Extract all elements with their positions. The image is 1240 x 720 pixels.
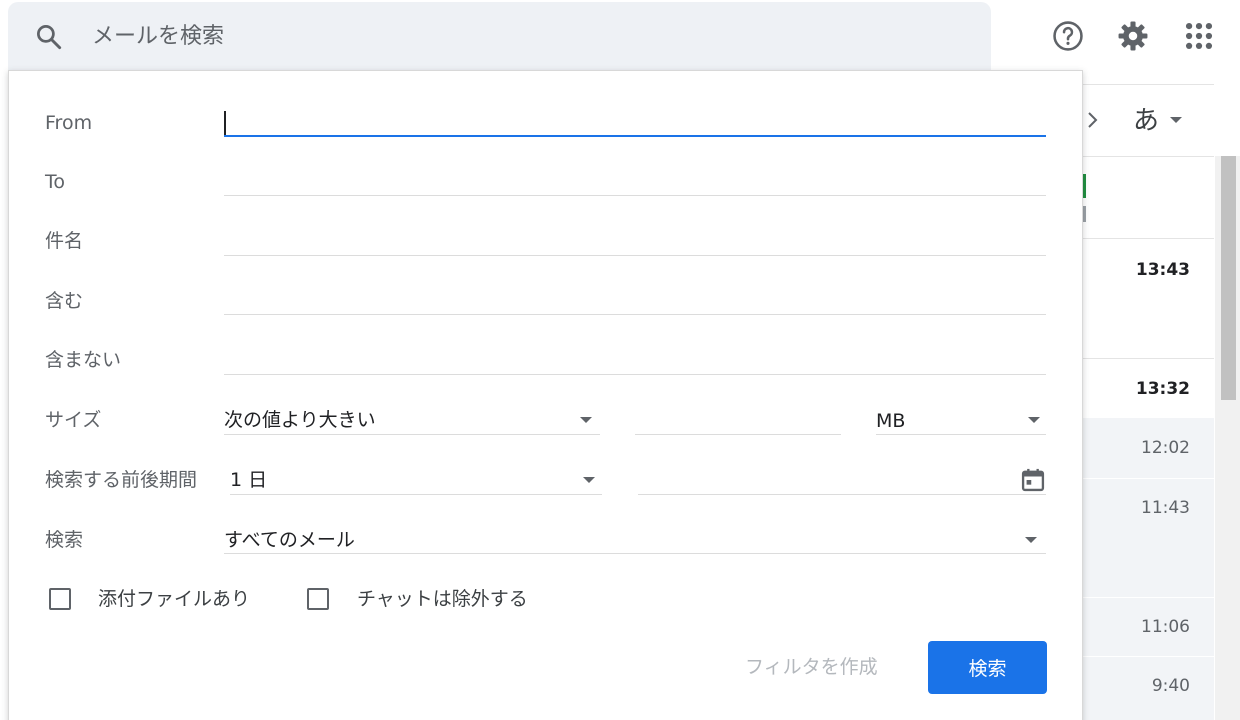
has-words-label: 含む bbox=[45, 290, 84, 312]
mail-time: 11:06 bbox=[1141, 617, 1190, 637]
search-button[interactable]: 検索 bbox=[928, 641, 1047, 694]
to-label: To bbox=[45, 171, 66, 193]
search-in-label: 検索 bbox=[45, 529, 84, 551]
search-input[interactable]: メールを検索 bbox=[92, 22, 224, 52]
size-label: サイズ bbox=[45, 409, 102, 431]
has-attachment-label[interactable]: 添付ファイルあり bbox=[98, 586, 250, 612]
search-in-underline bbox=[224, 553, 1046, 554]
gear-icon[interactable] bbox=[1116, 19, 1150, 53]
to-input[interactable] bbox=[224, 195, 1046, 196]
chevron-right-icon[interactable] bbox=[1084, 109, 1102, 131]
search-icon[interactable] bbox=[34, 22, 64, 52]
has-words-input[interactable] bbox=[224, 314, 1046, 315]
date-input[interactable] bbox=[638, 494, 1046, 495]
size-operator-underline bbox=[224, 434, 600, 435]
caret-down-icon[interactable] bbox=[580, 417, 592, 423]
size-unit-underline bbox=[876, 434, 1046, 435]
subject-label: 件名 bbox=[45, 230, 84, 252]
size-value-input[interactable] bbox=[635, 434, 841, 435]
date-range-underline bbox=[230, 494, 602, 495]
from-label: From bbox=[45, 112, 93, 134]
excludes-input[interactable] bbox=[224, 374, 1046, 375]
list-divider bbox=[1080, 84, 1214, 85]
search-bar[interactable]: メールを検索 bbox=[8, 2, 991, 70]
input-tools-button[interactable]: あ bbox=[1133, 104, 1159, 138]
scrollbar-thumb[interactable] bbox=[1221, 156, 1236, 400]
size-unit-select[interactable]: MB bbox=[876, 408, 905, 434]
apps-icon[interactable] bbox=[1182, 19, 1216, 53]
caret-down-icon[interactable] bbox=[1170, 117, 1182, 123]
list-divider bbox=[1080, 358, 1214, 359]
exclude-chats-label[interactable]: チャットは除外する bbox=[357, 586, 528, 612]
calendar-icon[interactable] bbox=[1019, 466, 1047, 494]
mail-time: 13:32 bbox=[1135, 379, 1190, 399]
size-operator-select[interactable]: 次の値より大きい bbox=[224, 407, 376, 433]
subject-input[interactable] bbox=[224, 255, 1046, 256]
exclude-chats-checkbox[interactable] bbox=[307, 588, 329, 610]
mail-time: 11:43 bbox=[1141, 498, 1190, 518]
from-input[interactable] bbox=[224, 135, 1046, 137]
search-in-select[interactable]: すべてのメール bbox=[224, 527, 355, 553]
text-cursor bbox=[224, 111, 226, 135]
excludes-label: 含まない bbox=[45, 349, 122, 371]
help-icon[interactable] bbox=[1051, 19, 1085, 53]
caret-down-icon[interactable] bbox=[583, 477, 595, 483]
list-divider bbox=[1080, 156, 1214, 157]
mail-time: 9:40 bbox=[1151, 676, 1190, 696]
date-within-label: 検索する前後期間 bbox=[45, 469, 198, 491]
list-divider bbox=[1080, 238, 1214, 239]
create-filter-button[interactable]: フィルタを作成 bbox=[745, 654, 878, 680]
caret-down-icon[interactable] bbox=[1028, 417, 1040, 423]
has-attachment-checkbox[interactable] bbox=[49, 588, 71, 610]
caret-down-icon[interactable] bbox=[1025, 537, 1037, 543]
mail-time: 12:02 bbox=[1141, 438, 1190, 458]
mail-time: 13:43 bbox=[1135, 260, 1190, 280]
date-range-select[interactable]: 1 日 bbox=[230, 467, 267, 493]
advanced-search-panel: From To 件名 含む 含まない サイズ 次の値より大きい MB 検索する前… bbox=[8, 70, 1083, 720]
